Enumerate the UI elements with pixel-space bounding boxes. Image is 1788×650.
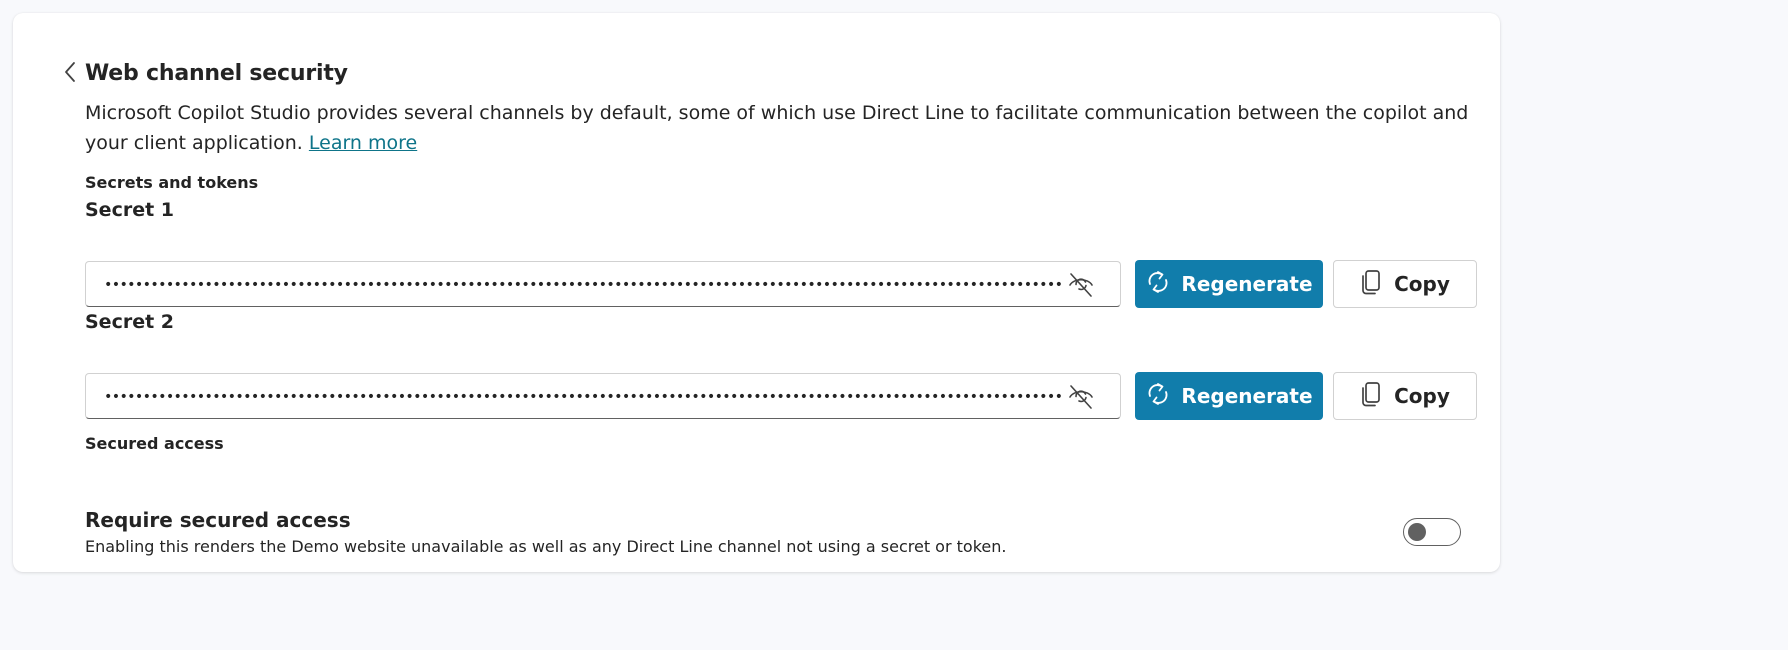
secret-1-label: Secret 1 <box>85 199 175 221</box>
copy-icon <box>1360 380 1382 413</box>
arrow-sync-icon <box>1145 380 1171 413</box>
regenerate-secret-2-button[interactable]: Regenerate <box>1135 372 1323 420</box>
regenerate-secret-1-button[interactable]: Regenerate <box>1135 260 1323 308</box>
copy-icon <box>1360 268 1382 301</box>
learn-more-link[interactable]: Learn more <box>309 132 417 154</box>
secret-1-masked-value: ••••••••••••••••••••••••••••••••••••••••… <box>104 277 1064 293</box>
secret-2-masked-value: ••••••••••••••••••••••••••••••••••••••••… <box>104 389 1064 405</box>
chevron-left-icon <box>63 61 77 87</box>
copy-label: Copy <box>1394 272 1450 296</box>
secret-2-label: Secret 2 <box>85 311 175 333</box>
back-button[interactable] <box>57 57 83 91</box>
require-secured-access-description: Enabling this renders the Demo website u… <box>85 537 1007 556</box>
eye-off-icon[interactable] <box>1066 382 1096 412</box>
secret-1-field[interactable]: ••••••••••••••••••••••••••••••••••••••••… <box>85 261 1121 307</box>
require-secured-access-toggle[interactable] <box>1403 518 1461 546</box>
arrow-sync-icon <box>1145 268 1171 301</box>
secrets-section-heading: Secrets and tokens <box>85 173 259 192</box>
regenerate-label: Regenerate <box>1181 384 1313 408</box>
toggle-knob <box>1408 522 1426 541</box>
intro-description: Microsoft Copilot Studio provides severa… <box>85 98 1495 158</box>
page-title: Web channel security <box>85 61 348 86</box>
require-secured-access-title: Require secured access <box>85 508 351 532</box>
web-channel-security-card: Web channel security Microsoft Copilot S… <box>13 13 1500 572</box>
copy-label: Copy <box>1394 384 1450 408</box>
copy-secret-1-button[interactable]: Copy <box>1333 260 1477 308</box>
copy-secret-2-button[interactable]: Copy <box>1333 372 1477 420</box>
secured-access-section-heading: Secured access <box>85 434 224 453</box>
intro-text: Microsoft Copilot Studio provides severa… <box>85 102 1469 154</box>
regenerate-label: Regenerate <box>1181 272 1313 296</box>
secret-2-field[interactable]: ••••••••••••••••••••••••••••••••••••••••… <box>85 373 1121 419</box>
eye-off-icon[interactable] <box>1066 270 1096 300</box>
